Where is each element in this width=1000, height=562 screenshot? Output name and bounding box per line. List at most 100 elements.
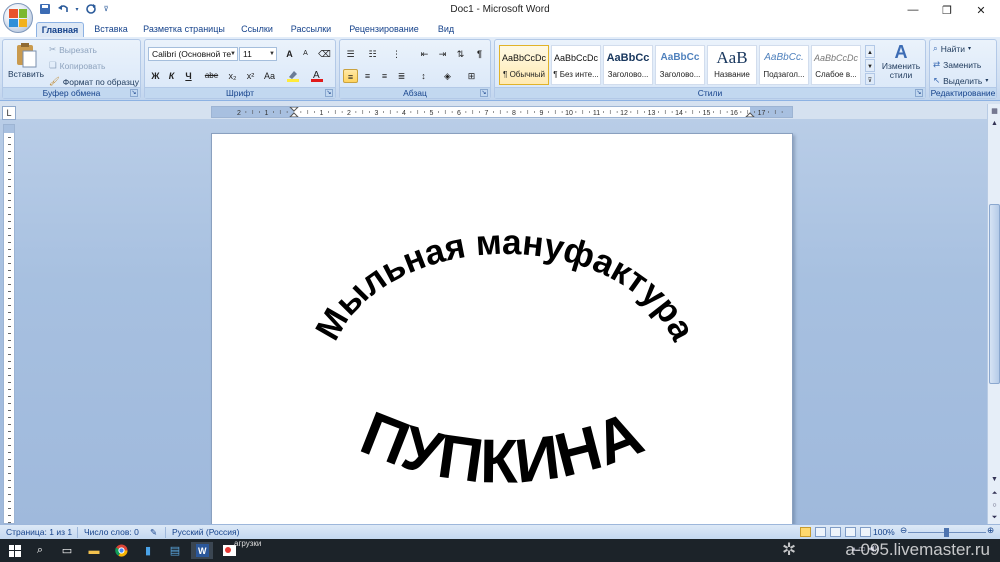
hanging-indent-marker[interactable]	[289, 112, 299, 117]
find-button[interactable]: ⌕ Найти ▾	[933, 43, 971, 54]
outline-view-icon[interactable]	[845, 527, 856, 537]
word-count[interactable]: Число слов: 0	[84, 527, 139, 537]
zoom-slider-thumb[interactable]	[944, 528, 949, 537]
select-button[interactable]: ↖ Выделить ▾	[933, 75, 988, 86]
numbering-icon[interactable]: ☷	[365, 47, 380, 61]
shrink-font-button[interactable]: A	[298, 47, 313, 61]
style-normal[interactable]: AaBbCcDc ¶ Обычный	[499, 45, 549, 85]
strikethrough-button[interactable]: abe	[204, 69, 219, 83]
tab-references[interactable]: Ссылки	[236, 22, 278, 38]
scroll-thumb[interactable]	[989, 204, 1000, 384]
app-icon[interactable]: ▤	[164, 542, 186, 559]
chrome-icon[interactable]	[110, 542, 132, 559]
clipboard-launcher-icon[interactable]: ↘	[130, 89, 138, 97]
align-right-icon[interactable]: ≡	[377, 69, 392, 83]
first-line-indent-marker[interactable]	[289, 107, 299, 112]
highlight-button[interactable]	[285, 69, 300, 83]
justify-icon[interactable]: ≣	[394, 69, 409, 83]
tab-review[interactable]: Рецензирование	[344, 22, 424, 38]
underline-button[interactable]: Ч	[181, 69, 196, 83]
multilevel-list-icon[interactable]: ⋮	[389, 47, 404, 61]
ruler-tick	[8, 305, 11, 306]
windows-start-icon[interactable]	[4, 542, 26, 559]
style-title[interactable]: AaB Название	[707, 45, 757, 85]
scroll-down-icon[interactable]: ▼	[989, 474, 1000, 485]
language-indicator[interactable]: Русский (Россия)	[172, 527, 239, 537]
wordart[interactable]: Мыльная мануфактура ПУПКИНА	[212, 134, 793, 525]
font-color-button[interactable]: A	[309, 69, 324, 83]
print-layout-view-icon[interactable]	[800, 527, 811, 537]
horizontal-ruler[interactable]: 2 1 1 2 3 4 5 6 7 8 9 10 11 12 13 14 15 16 17	[211, 106, 793, 118]
styles-launcher-icon[interactable]: ↘	[915, 89, 923, 97]
font-size-select[interactable]: 11 ▼	[239, 47, 277, 61]
styles-scroll-down-icon[interactable]: ▼	[865, 59, 875, 72]
zoom-out-icon[interactable]: ⊖	[900, 525, 907, 536]
style-heading-2[interactable]: AaBbCc Заголово...	[655, 45, 705, 85]
grow-font-button[interactable]: A	[282, 47, 297, 61]
change-styles-button[interactable]: A Изменить стили	[879, 42, 923, 80]
right-indent-marker[interactable]	[745, 112, 755, 117]
paragraph-launcher-icon[interactable]: ↘	[480, 89, 488, 97]
align-center-icon[interactable]: ≡	[360, 69, 375, 83]
store-icon[interactable]: ▮	[137, 542, 159, 559]
paste-button[interactable]: Вставить	[7, 42, 45, 79]
format-painter-button[interactable]: 🖌 Формат по образцу	[49, 76, 139, 87]
draft-view-icon[interactable]	[860, 527, 871, 537]
task-view-icon[interactable]: ▭	[56, 542, 78, 559]
italic-button[interactable]: К	[164, 69, 179, 83]
bold-button[interactable]: Ж	[148, 69, 163, 83]
show-formatting-button[interactable]: ¶	[472, 47, 487, 61]
file-explorer-icon[interactable]: ▬	[83, 542, 105, 559]
style-heading-1[interactable]: AaBbCc Заголово...	[603, 45, 653, 85]
office-button[interactable]	[3, 3, 33, 33]
close-button[interactable]: ✕	[964, 0, 998, 20]
font-launcher-icon[interactable]: ↘	[325, 89, 333, 97]
increase-indent-icon[interactable]: ⇥	[435, 47, 450, 61]
superscript-button[interactable]: x²	[243, 69, 258, 83]
next-page-icon[interactable]: ⏷	[989, 512, 1000, 523]
style-no-spacing[interactable]: AaBbCcDc ¶ Без инте...	[551, 45, 601, 85]
align-left-icon[interactable]: ≡	[343, 69, 358, 83]
replace-button[interactable]: ⇄ Заменить	[933, 59, 981, 70]
tab-page-layout[interactable]: Разметка страницы	[140, 22, 228, 38]
tab-mailings[interactable]: Рассылки	[286, 22, 336, 38]
shading-icon[interactable]: ◈	[440, 69, 455, 83]
vertical-ruler[interactable]	[3, 124, 15, 524]
previous-page-icon[interactable]: ⏶	[989, 488, 1000, 499]
sort-icon[interactable]: ⇅	[453, 47, 468, 61]
ruler-tick	[8, 263, 11, 264]
tab-home[interactable]: Главная	[36, 22, 84, 38]
page-count[interactable]: Страница: 1 из 1	[6, 527, 72, 537]
browse-object-icon[interactable]: ○	[989, 500, 1000, 511]
zoom-in-icon[interactable]: ⊕	[987, 525, 994, 536]
line-spacing-icon[interactable]: ↕	[416, 69, 431, 83]
minimize-button[interactable]: —	[896, 0, 930, 20]
styles-scroll-up-icon[interactable]: ▲	[865, 45, 875, 58]
proofing-icon[interactable]: ✎	[150, 527, 157, 538]
full-screen-reading-view-icon[interactable]	[815, 527, 826, 537]
maximize-button[interactable]: ❐	[930, 0, 964, 20]
clear-formatting-button[interactable]: ⌫	[317, 47, 332, 61]
document-page[interactable]: Мыльная мануфактура ПУПКИНА	[211, 133, 793, 525]
change-case-button[interactable]: Aa	[262, 69, 277, 83]
bullets-icon[interactable]: ☰	[343, 47, 358, 61]
scroll-up-icon[interactable]: ▲	[989, 118, 1000, 129]
zoom-level[interactable]: 100%	[873, 527, 895, 537]
styles-more-icon[interactable]: ⊽	[865, 73, 875, 85]
style-subtle-emphasis[interactable]: AaBbCcDc Слабое в...	[811, 45, 861, 85]
web-layout-view-icon[interactable]	[830, 527, 841, 537]
ruler-toggle-icon[interactable]: ▦	[989, 106, 1000, 117]
borders-icon[interactable]: ⊞	[464, 69, 479, 83]
word-taskbar-icon[interactable]: W	[191, 542, 213, 559]
cut-button[interactable]: ✂ Вырезать	[49, 44, 97, 55]
tab-selector-icon[interactable]: L	[2, 106, 16, 120]
subscript-button[interactable]: x₂	[225, 69, 240, 83]
font-name-select[interactable]: Calibri (Основной те ▼	[148, 47, 238, 61]
tab-view[interactable]: Вид	[432, 22, 460, 38]
search-icon[interactable]: ⌕	[29, 542, 51, 559]
decrease-indent-icon[interactable]: ⇤	[417, 47, 432, 61]
tab-insert[interactable]: Вставка	[89, 22, 133, 38]
copy-button[interactable]: ❏ Копировать	[49, 60, 105, 71]
vertical-scrollbar[interactable]: ▦ ▲ ▼ ⏶ ○ ⏷	[987, 104, 1000, 524]
style-subtitle[interactable]: AaBbCc. Подзагол...	[759, 45, 809, 85]
